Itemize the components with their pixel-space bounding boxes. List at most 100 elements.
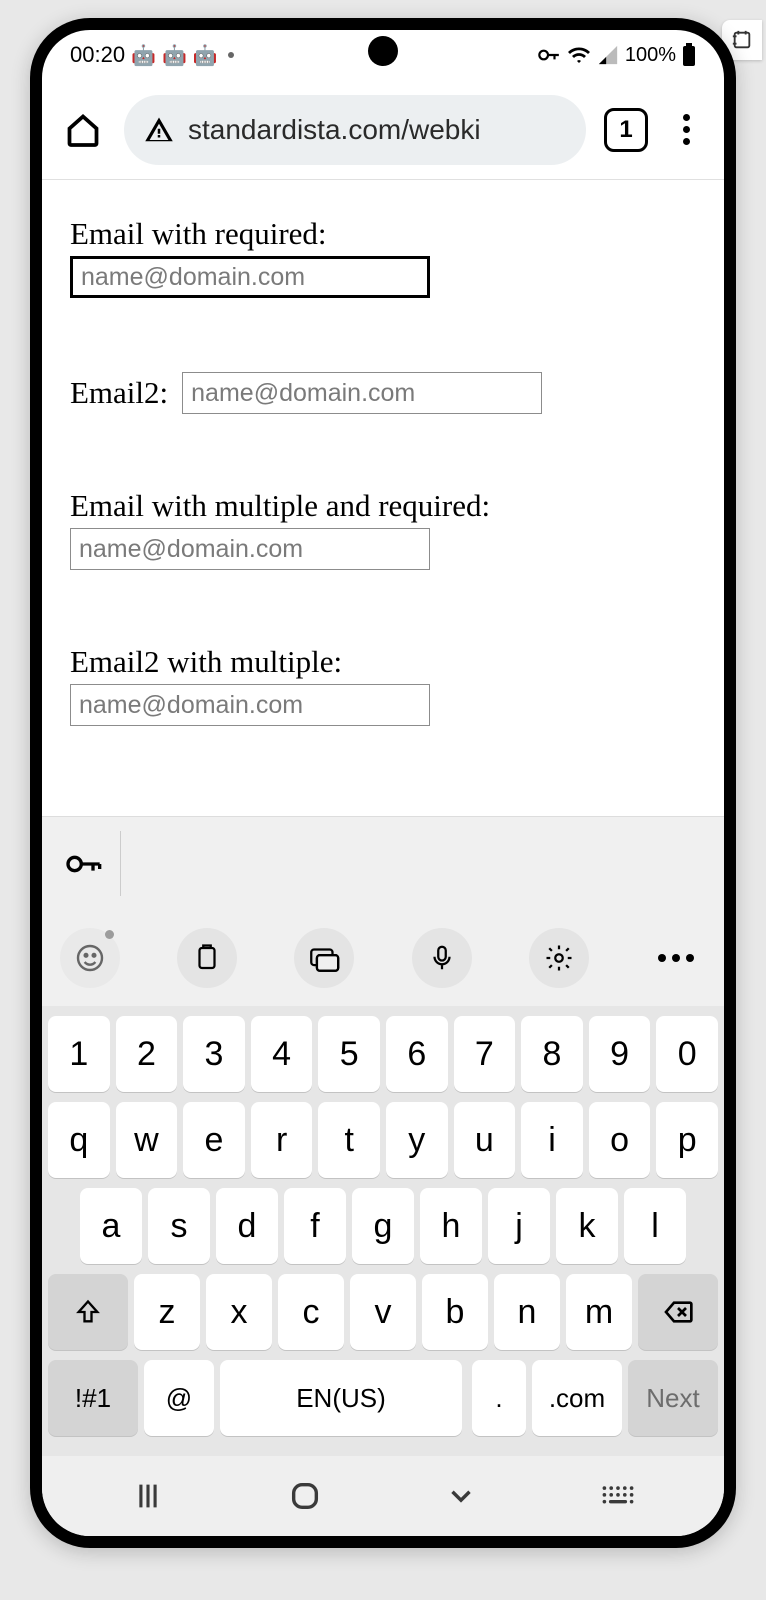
keyboard-switch-button[interactable]: [601, 1483, 635, 1509]
home-button[interactable]: [60, 107, 106, 153]
emoji-button[interactable]: [60, 928, 120, 988]
dotcom-key[interactable]: .com: [532, 1360, 622, 1436]
system-nav-bar: [42, 1456, 724, 1536]
back-nav-button[interactable]: [444, 1479, 478, 1513]
url-bar[interactable]: standardista.com/webki: [124, 95, 586, 165]
key-w[interactable]: w: [116, 1102, 178, 1178]
key-e[interactable]: e: [183, 1102, 245, 1178]
key-3[interactable]: 3: [183, 1016, 245, 1092]
next-key[interactable]: Next: [628, 1360, 718, 1436]
notification-dot: [228, 52, 234, 58]
keyboard-row-3: a s d f g h j k l: [48, 1188, 718, 1264]
key-m[interactable]: m: [566, 1274, 632, 1350]
label-email2: Email2:: [70, 375, 168, 411]
key-g[interactable]: g: [352, 1188, 414, 1264]
separator: [120, 831, 121, 896]
key-a[interactable]: a: [80, 1188, 142, 1264]
key-0[interactable]: 0: [656, 1016, 718, 1092]
label-email-multiple-required: Email with multiple and required:: [70, 488, 696, 524]
field-email2: Email2:: [70, 372, 696, 414]
key-x[interactable]: x: [206, 1274, 272, 1350]
keyboard-suggestion-bar: [42, 816, 724, 910]
keyboard-row-numbers: 1 2 3 4 5 6 7 8 9 0: [48, 1016, 718, 1092]
browser-toolbar: standardista.com/webki 1: [42, 80, 724, 180]
space-key[interactable]: EN(US): [220, 1360, 462, 1436]
key-c[interactable]: c: [278, 1274, 344, 1350]
key-4[interactable]: 4: [251, 1016, 313, 1092]
home-nav-button[interactable]: [288, 1479, 322, 1513]
camera-cutout: [368, 36, 398, 66]
key-h[interactable]: h: [420, 1188, 482, 1264]
key-k[interactable]: k: [556, 1188, 618, 1264]
key-b[interactable]: b: [422, 1274, 488, 1350]
key-1[interactable]: 1: [48, 1016, 110, 1092]
status-right: 100%: [535, 42, 696, 68]
keyboard-row-5: !#1 @ EN(US) . .com Next: [48, 1360, 718, 1436]
key-n[interactable]: n: [494, 1274, 560, 1350]
input-email-required[interactable]: [70, 256, 430, 298]
insecure-site-icon: [144, 115, 174, 145]
phone-frame: 00:20 🤖 🤖 🤖 100%: [30, 18, 736, 1548]
key-8[interactable]: 8: [521, 1016, 583, 1092]
key-y[interactable]: y: [386, 1102, 448, 1178]
input-email2[interactable]: [182, 372, 542, 414]
field-email2-multiple: Email2 with multiple:: [70, 644, 696, 726]
recents-button[interactable]: [131, 1479, 165, 1513]
status-bar: 00:20 🤖 🤖 🤖 100%: [42, 30, 724, 80]
password-key-icon[interactable]: [60, 841, 106, 887]
label-email-required: Email with required:: [70, 216, 696, 252]
wifi-icon: [567, 43, 591, 67]
android-icon: 🤖: [162, 43, 187, 68]
keyboard-toolbar: [42, 910, 724, 1006]
clipboard-button[interactable]: [177, 928, 237, 988]
keyboard-more-button[interactable]: [646, 928, 706, 988]
symbols-key[interactable]: !#1: [48, 1360, 138, 1436]
label-email2-multiple: Email2 with multiple:: [70, 644, 696, 680]
input-email-multiple-required[interactable]: [70, 528, 430, 570]
key-t[interactable]: t: [318, 1102, 380, 1178]
key-v[interactable]: v: [350, 1274, 416, 1350]
key-u[interactable]: u: [454, 1102, 516, 1178]
key-i[interactable]: i: [521, 1102, 583, 1178]
keyboard-row-2: q w e r t y u i o p: [48, 1102, 718, 1178]
android-icon: 🤖: [193, 43, 218, 68]
tabs-button[interactable]: 1: [604, 108, 648, 152]
input-email2-multiple[interactable]: [70, 684, 430, 726]
more-menu-button[interactable]: [666, 114, 706, 145]
key-z[interactable]: z: [134, 1274, 200, 1350]
key-s[interactable]: s: [148, 1188, 210, 1264]
key-9[interactable]: 9: [589, 1016, 651, 1092]
key-6[interactable]: 6: [386, 1016, 448, 1092]
web-page[interactable]: Email with required: Email2: Email with …: [42, 180, 724, 816]
signal-icon: [597, 44, 619, 66]
key-d[interactable]: d: [216, 1188, 278, 1264]
key-7[interactable]: 7: [454, 1016, 516, 1092]
url-text: standardista.com/webki: [188, 114, 481, 146]
vpn-key-icon: [535, 42, 561, 68]
android-icon: 🤖: [131, 43, 156, 68]
keyboard-mode-button[interactable]: [294, 928, 354, 988]
soft-keyboard: 1 2 3 4 5 6 7 8 9 0 q w e r t y u i o: [42, 1006, 724, 1456]
period-key[interactable]: .: [472, 1360, 526, 1436]
key-q[interactable]: q: [48, 1102, 110, 1178]
status-left: 00:20 🤖 🤖 🤖: [70, 42, 234, 68]
key-r[interactable]: r: [251, 1102, 313, 1178]
key-2[interactable]: 2: [116, 1016, 178, 1092]
shift-key[interactable]: [48, 1274, 128, 1350]
key-5[interactable]: 5: [318, 1016, 380, 1092]
field-email-multiple-required: Email with multiple and required:: [70, 488, 696, 570]
backspace-key[interactable]: [638, 1274, 718, 1350]
battery-icon: [682, 43, 696, 67]
field-email-required: Email with required:: [70, 216, 696, 298]
settings-button[interactable]: [529, 928, 589, 988]
at-key[interactable]: @: [144, 1360, 214, 1436]
keyboard-row-4: z x c v b n m: [48, 1274, 718, 1350]
key-o[interactable]: o: [589, 1102, 651, 1178]
key-f[interactable]: f: [284, 1188, 346, 1264]
tab-count: 1: [619, 116, 632, 144]
voice-input-button[interactable]: [412, 928, 472, 988]
key-l[interactable]: l: [624, 1188, 686, 1264]
key-p[interactable]: p: [656, 1102, 718, 1178]
battery-percent: 100%: [625, 44, 676, 67]
key-j[interactable]: j: [488, 1188, 550, 1264]
